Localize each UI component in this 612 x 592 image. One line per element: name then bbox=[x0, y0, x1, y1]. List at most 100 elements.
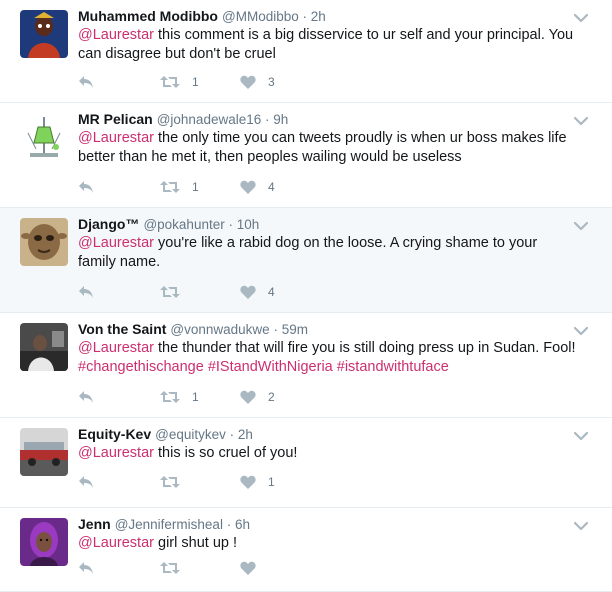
display-name[interactable]: Von the Saint bbox=[78, 321, 166, 337]
like-count: 4 bbox=[268, 285, 275, 299]
tweet[interactable]: Django™ @pokahunter · 10h @Laurestar you'r… bbox=[0, 208, 612, 313]
reply-button[interactable] bbox=[78, 558, 94, 578]
tweet[interactable]: MR Pelican @johnadewale16 · 9h @Laurestar … bbox=[0, 103, 612, 208]
tweet-header: Equity-Kev @equitykev · 2h bbox=[78, 425, 253, 444]
retweet-button[interactable]: 1 bbox=[160, 177, 199, 197]
like-button[interactable]: 2 bbox=[240, 387, 275, 407]
reply-icon bbox=[78, 180, 94, 194]
like-button[interactable]: 3 bbox=[240, 72, 275, 92]
mention-link[interactable]: @Laurestar bbox=[78, 535, 154, 551]
like-button[interactable]: 4 bbox=[240, 177, 275, 197]
reply-icon bbox=[78, 475, 94, 489]
retweet-count: 1 bbox=[192, 390, 199, 404]
retweet-button[interactable]: 1 bbox=[160, 387, 199, 407]
chevron-down-icon[interactable] bbox=[573, 518, 589, 531]
timestamp[interactable]: 59m bbox=[282, 322, 308, 337]
tweet[interactable]: Equity-Kev @equitykev · 2h @Laurestar this… bbox=[0, 418, 612, 508]
heart-icon bbox=[240, 390, 256, 404]
display-name[interactable]: Jenn bbox=[78, 516, 111, 532]
chevron-down-icon[interactable] bbox=[573, 10, 589, 23]
hashtag-link[interactable]: #IStandWithNigeria bbox=[208, 359, 333, 375]
retweet-button[interactable] bbox=[160, 558, 192, 578]
retweet-icon bbox=[160, 475, 180, 489]
reply-button[interactable] bbox=[78, 387, 94, 407]
reply-button[interactable] bbox=[78, 282, 94, 302]
reply-button[interactable] bbox=[78, 177, 94, 197]
tweet-text: @Laurestar you're like a rabid dog on th… bbox=[78, 234, 578, 272]
tweet[interactable]: Von the Saint @vonnwadukwe · 59m @Lauresta… bbox=[0, 313, 612, 418]
avatar[interactable] bbox=[20, 218, 68, 266]
user-handle[interactable]: @equitykev bbox=[155, 427, 226, 442]
user-handle[interactable]: @vonnwadukwe bbox=[170, 322, 269, 337]
like-button[interactable]: 4 bbox=[240, 282, 275, 302]
separator-dot: · bbox=[269, 322, 282, 337]
reply-icon bbox=[78, 390, 94, 404]
tweet[interactable]: Jenn @Jennifermisheal · 6h @Laurestar girl… bbox=[0, 508, 612, 592]
separator-dot: · bbox=[261, 112, 274, 127]
heart-icon bbox=[240, 561, 256, 575]
tweet-text-segment: this is so cruel of you! bbox=[153, 445, 298, 461]
mention-link[interactable]: @Laurestar bbox=[78, 235, 154, 251]
retweet-button[interactable] bbox=[160, 282, 192, 302]
retweet-button[interactable] bbox=[160, 472, 192, 492]
retweet-count: 1 bbox=[192, 75, 199, 89]
display-name[interactable]: Muhammed Modibbo bbox=[78, 8, 218, 24]
reply-button[interactable] bbox=[78, 72, 94, 92]
retweet-button[interactable]: 1 bbox=[160, 72, 199, 92]
avatar[interactable] bbox=[20, 323, 68, 371]
mention-link[interactable]: @Laurestar bbox=[78, 340, 154, 356]
heart-icon bbox=[240, 75, 256, 89]
tweet-text: @Laurestar the thunder that will fire yo… bbox=[78, 339, 578, 377]
avatar[interactable] bbox=[20, 113, 68, 161]
user-handle[interactable]: @johnadewale16 bbox=[157, 112, 262, 127]
tweet-header: Von the Saint @vonnwadukwe · 59m bbox=[78, 320, 308, 339]
separator-dot: · bbox=[222, 517, 235, 532]
hashtag-link[interactable]: #changethischange bbox=[78, 359, 204, 375]
tweet-text: @Laurestar this comment is a big disserv… bbox=[78, 26, 578, 64]
avatar[interactable] bbox=[20, 518, 68, 566]
reply-icon bbox=[78, 75, 94, 89]
separator-dot: · bbox=[224, 217, 237, 232]
display-name[interactable]: Django™ bbox=[78, 216, 139, 232]
chevron-down-icon[interactable] bbox=[573, 113, 589, 126]
retweet-icon bbox=[160, 285, 180, 299]
user-handle[interactable]: @pokahunter bbox=[143, 217, 224, 232]
tweet-header: MR Pelican @johnadewale16 · 9h bbox=[78, 110, 288, 129]
retweet-icon bbox=[160, 75, 180, 89]
reply-icon bbox=[78, 285, 94, 299]
user-handle[interactable]: @Jennifermisheal bbox=[115, 517, 223, 532]
timestamp[interactable]: 10h bbox=[237, 217, 260, 232]
tweet-text-segment: girl shut up ! bbox=[153, 535, 237, 551]
tweet-text-segment: the thunder that will fire you is still … bbox=[153, 340, 576, 356]
heart-icon bbox=[240, 475, 256, 489]
avatar[interactable] bbox=[20, 10, 68, 58]
avatar[interactable] bbox=[20, 428, 68, 476]
heart-icon bbox=[240, 180, 256, 194]
user-handle[interactable]: @MModibbo bbox=[222, 9, 299, 24]
like-count: 3 bbox=[268, 75, 275, 89]
tweet[interactable]: Muhammed Modibbo @MModibbo · 2h @Laurestar… bbox=[0, 0, 612, 103]
mention-link[interactable]: @Laurestar bbox=[78, 445, 154, 461]
tweet-header: Jenn @Jennifermisheal · 6h bbox=[78, 515, 250, 534]
tweet-header: Muhammed Modibbo @MModibbo · 2h bbox=[78, 7, 326, 26]
chevron-down-icon[interactable] bbox=[573, 428, 589, 441]
separator-dot: · bbox=[225, 427, 238, 442]
timestamp[interactable]: 2h bbox=[238, 427, 253, 442]
mention-link[interactable]: @Laurestar bbox=[78, 130, 154, 146]
display-name[interactable]: MR Pelican bbox=[78, 111, 153, 127]
like-button[interactable] bbox=[240, 558, 268, 578]
separator-dot: · bbox=[298, 9, 311, 24]
timestamp[interactable]: 6h bbox=[235, 517, 250, 532]
like-button[interactable]: 1 bbox=[240, 472, 275, 492]
hashtag-link[interactable]: #istandwithtuface bbox=[337, 359, 449, 375]
display-name[interactable]: Equity-Kev bbox=[78, 426, 151, 442]
reply-button[interactable] bbox=[78, 472, 94, 492]
timestamp[interactable]: 2h bbox=[311, 9, 326, 24]
retweet-icon bbox=[160, 390, 180, 404]
timestamp[interactable]: 9h bbox=[273, 112, 288, 127]
like-count: 2 bbox=[268, 390, 275, 404]
mention-link[interactable]: @Laurestar bbox=[78, 27, 154, 43]
reply-icon bbox=[78, 561, 94, 575]
chevron-down-icon[interactable] bbox=[573, 218, 589, 231]
chevron-down-icon[interactable] bbox=[573, 323, 589, 336]
